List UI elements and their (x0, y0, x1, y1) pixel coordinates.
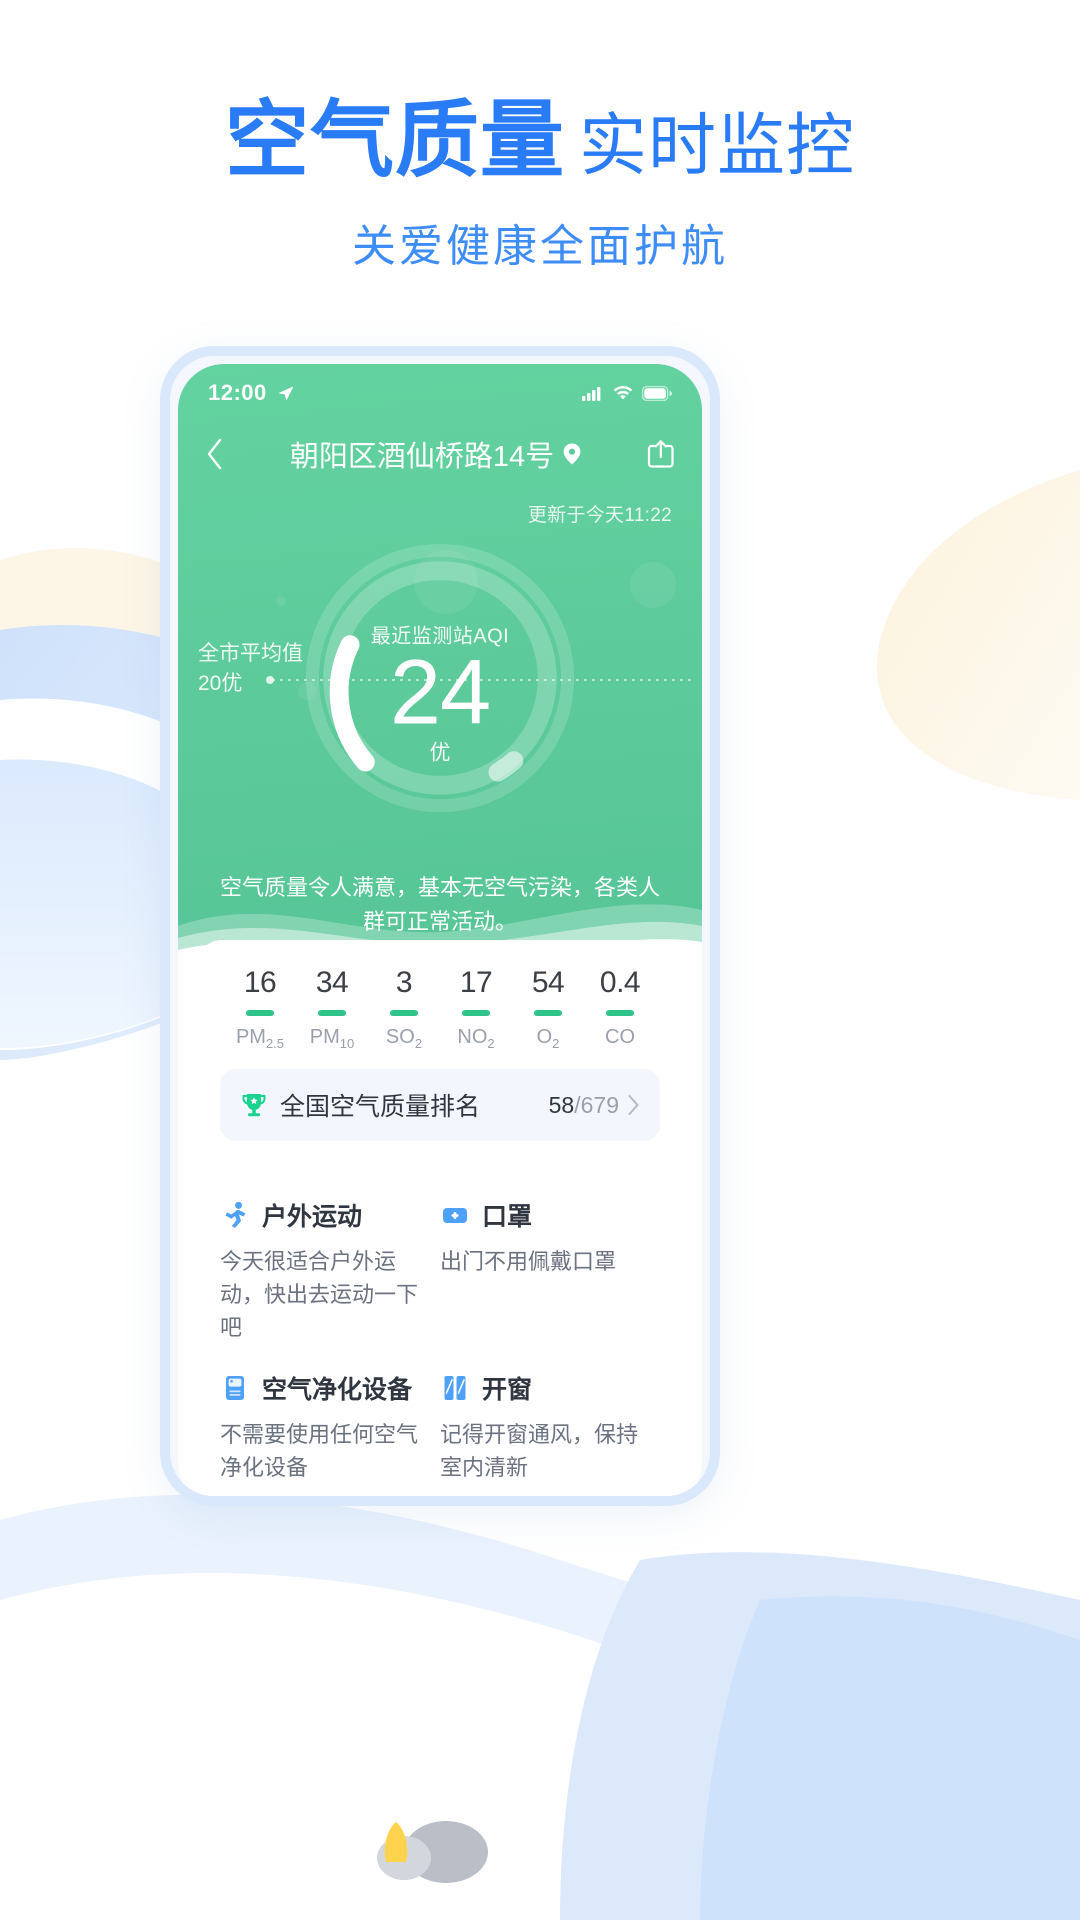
promo-title-strong: 空气质量 (224, 93, 565, 187)
phone-mockup: 12:00 朝阳区酒仙桥路14号 更新于今天11:22 全市平均值 20优 最近… (160, 346, 720, 1506)
pollutant-item: 54 O2 (512, 966, 584, 1051)
aqi-hero: 12:00 朝阳区酒仙桥路14号 更新于今天11:22 全市平均值 20优 最近… (178, 364, 702, 964)
pollutant-name-sub: 2 (414, 1036, 423, 1051)
air-purifier-icon (226, 1376, 244, 1400)
city-average: 全市平均值 20优 (198, 639, 303, 700)
pollutant-item: 16 PM2.5 (224, 966, 296, 1051)
pollutant-name-main: PM (309, 1026, 340, 1048)
trophy-icon (242, 1094, 266, 1117)
advice-item-open-window[interactable]: 开窗 记得开窗通风，保持室内清新 (440, 1370, 660, 1484)
battery-icon (642, 385, 672, 401)
promo-title-light: 实时监控 (579, 108, 856, 184)
advice-title: 口罩 (482, 1203, 533, 1231)
aqi-gauge-center: 最近监测站AQI 24 优 (320, 620, 560, 767)
pollutant-name-sub: 2.5 (265, 1036, 285, 1051)
pollutant-bar (246, 1010, 274, 1016)
pollutant-name-sub: 2 (487, 1036, 495, 1051)
status-bar-right (582, 385, 672, 401)
pollutant-bar (318, 1010, 346, 1016)
advice-grid: 户外运动 今天很适合户外运动，快出去运动一下吧 口罩 出门不用佩戴口罩 空气净化… (220, 1197, 660, 1496)
pollutant-name-main: CO (605, 1026, 635, 1048)
phone-screen: 12:00 朝阳区酒仙桥路14号 更新于今天11:22 全市平均值 20优 最近… (178, 364, 702, 1496)
mask-icon (443, 1208, 467, 1223)
location-pin-icon (563, 443, 581, 465)
pollutant-name-main: PM (235, 1026, 266, 1048)
national-ranking-right: 58/679 (549, 1092, 640, 1119)
national-ranking-label: 全国空气质量排名 (280, 1093, 481, 1121)
pollutant-value: 17 (459, 966, 493, 999)
pollutant-value: 0.4 (599, 966, 641, 999)
city-average-label: 全市平均值 (198, 642, 303, 665)
pollutant-list: 16 PM2.5 34 PM10 3 SO2 17 NO2 54 O2 0.4 … (210, 958, 670, 1051)
advice-text: 出门不用佩戴口罩 (440, 1249, 617, 1274)
decorative-pebbles (377, 1821, 488, 1883)
aqi-level: 优 (429, 741, 451, 765)
pollutant-bar (606, 1010, 634, 1016)
chevron-right-icon[interactable] (627, 1094, 640, 1116)
share-icon[interactable] (646, 438, 676, 470)
cellular-signal-icon (582, 387, 601, 401)
pollutant-value: 16 (243, 966, 277, 999)
advice-text: 今天很适合户外运动，快出去运动一下吧 (220, 1249, 419, 1340)
promo-subtitle: 关爱健康全面护航 (352, 222, 728, 272)
pollutant-bar (390, 1010, 418, 1016)
pollutant-value: 54 (531, 966, 565, 999)
location-arrow-icon (278, 385, 294, 401)
advice-head: 户外运动 (220, 1197, 440, 1233)
advice-item-air-purifier[interactable]: 空气净化设备 不需要使用任何空气净化设备 (220, 1370, 440, 1484)
chevron-left-icon[interactable] (204, 437, 226, 471)
pollutant-name: PM2.5 (224, 1026, 296, 1051)
status-bar-left: 12:00 (208, 380, 295, 406)
pollutant-item: 34 PM10 (296, 966, 368, 1051)
pollutant-item: 17 NO2 (440, 966, 512, 1051)
advice-head: 口罩 (440, 1197, 660, 1233)
pollutant-card: 16 PM2.5 34 PM10 3 SO2 17 NO2 54 O2 0.4 … (196, 940, 684, 1161)
advice-head: 空气净化设备 (220, 1370, 440, 1406)
pollutant-item: 3 SO2 (368, 966, 440, 1051)
pollutant-name: O2 (512, 1026, 584, 1051)
advice-card: 户外运动 今天很适合户外运动，快出去运动一下吧 口罩 出门不用佩戴口罩 空气净化… (196, 1171, 684, 1496)
aqi-value: 24 (389, 641, 491, 744)
pollutant-bar (462, 1010, 490, 1016)
promo-header: 空气质量 实时监控 关爱健康全面护航 (0, 0, 1080, 274)
aqi-gauge-wrapper: 全市平均值 20优 最近监测站AQI 24 优 (178, 533, 702, 853)
open-window-icon (444, 1376, 466, 1400)
pollutant-name-sub: 2 (552, 1036, 560, 1051)
location-title-text: 朝阳区酒仙桥路14号 (289, 441, 555, 473)
pollutant-name-main: NO (457, 1026, 488, 1048)
status-time: 12:00 (208, 380, 267, 405)
pollutant-name: PM10 (296, 1026, 368, 1051)
pollutant-name: SO2 (368, 1026, 440, 1051)
pollutant-name-main: SO (385, 1026, 415, 1048)
advice-title: 户外运动 (262, 1203, 363, 1231)
pollutant-item: 0.4 CO (584, 966, 656, 1051)
pollutant-name: NO2 (440, 1026, 512, 1051)
status-bar: 12:00 (178, 364, 702, 408)
national-ranking-left: 全国空气质量排名 (240, 1087, 480, 1123)
pollutant-name-main: O (536, 1026, 553, 1048)
location-title[interactable]: 朝阳区酒仙桥路14号 (290, 433, 582, 475)
advice-text: 记得开窗通风，保持室内清新 (440, 1422, 639, 1480)
updated-time: 更新于今天11:22 (527, 505, 672, 526)
pollutant-name: CO (584, 1026, 656, 1051)
ranking-total: /679 (574, 1091, 619, 1118)
advice-title: 空气净化设备 (262, 1376, 413, 1404)
advice-title: 开窗 (482, 1376, 533, 1404)
advice-text: 不需要使用任何空气净化设备 (220, 1422, 419, 1480)
ranking-position: 58 (548, 1091, 575, 1118)
pollutant-value: 3 (395, 966, 413, 999)
national-ranking-value: 58/679 (549, 1092, 619, 1119)
promo-title-row: 空气质量 实时监控 (0, 96, 1080, 184)
advice-item-outdoor-sport[interactable]: 户外运动 今天很适合户外运动，快出去运动一下吧 (220, 1197, 440, 1344)
wifi-icon (613, 385, 633, 400)
advice-head: 开窗 (440, 1370, 660, 1406)
city-average-value: 20优 (198, 672, 243, 696)
advice-item-mask[interactable]: 口罩 出门不用佩戴口罩 (440, 1197, 660, 1344)
pollutant-name-sub: 10 (339, 1036, 355, 1051)
running-person-icon (225, 1201, 246, 1228)
pollutant-bar (534, 1010, 562, 1016)
national-ranking-row[interactable]: 全国空气质量排名 58/679 (220, 1069, 660, 1141)
nav-bar: 朝阳区酒仙桥路14号 (178, 422, 702, 486)
pollutant-value: 34 (315, 966, 349, 999)
